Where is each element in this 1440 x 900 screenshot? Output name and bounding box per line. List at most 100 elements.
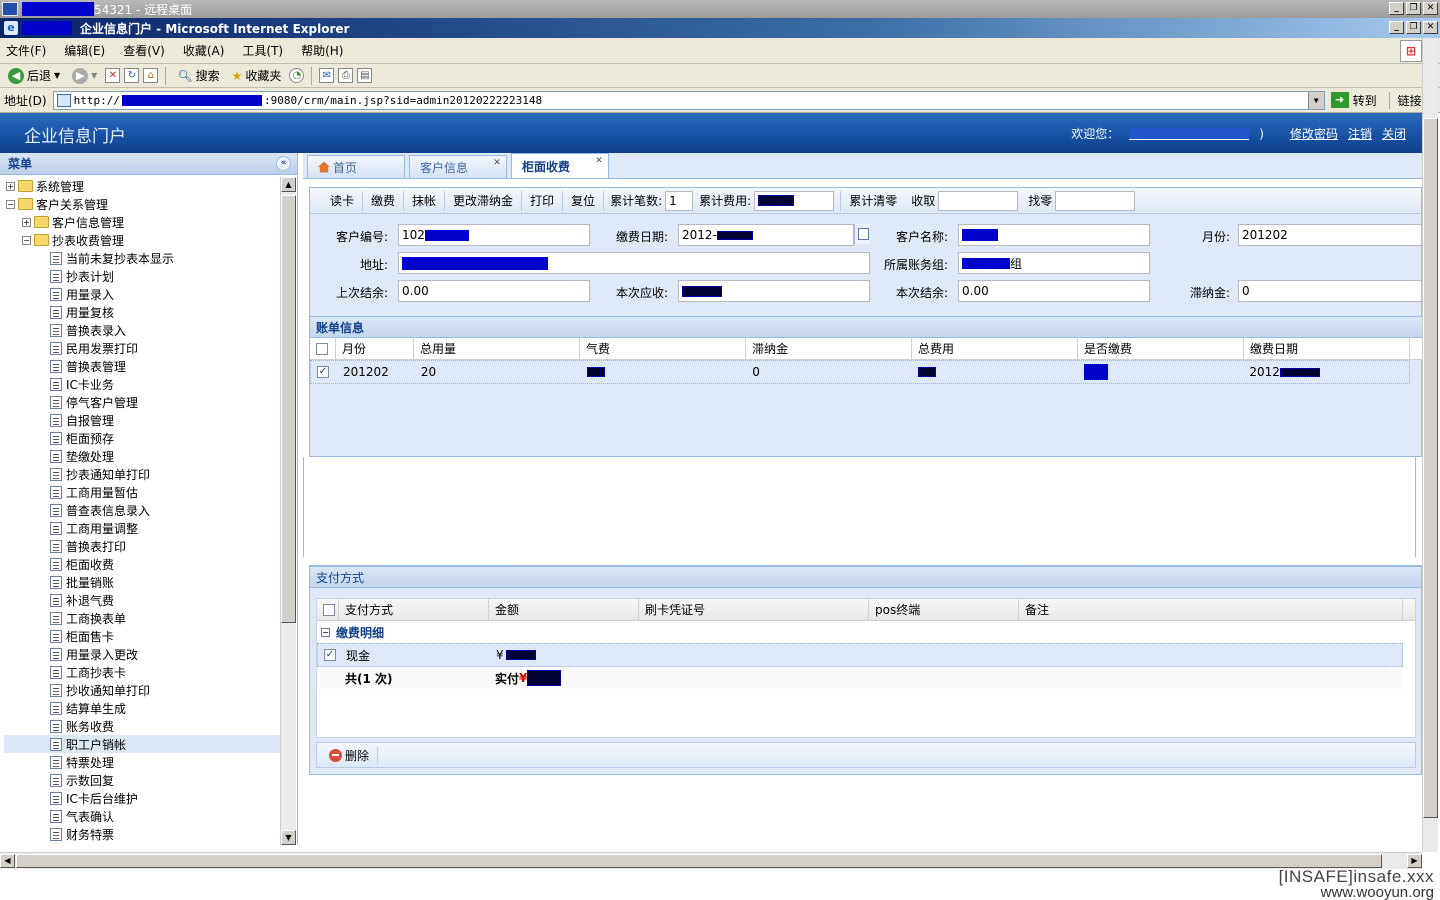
close-icon[interactable]: ✕ xyxy=(492,158,502,168)
menu-view[interactable]: 查看(V) xyxy=(123,42,165,59)
tree-item[interactable]: 补退气费 xyxy=(4,591,280,609)
total-fee-field[interactable] xyxy=(754,190,835,211)
tree-item[interactable]: 职工户销帐 xyxy=(4,735,280,753)
close-link[interactable]: 关闭 xyxy=(1382,125,1406,142)
clear-total-button[interactable]: 累计清零 xyxy=(840,190,905,211)
tab-counter-charge[interactable]: 柜面收费 ✕ xyxy=(511,153,609,178)
change-input[interactable] xyxy=(1055,190,1136,211)
chevron-down-icon[interactable]: ▼ xyxy=(91,71,97,80)
horizontal-scrollbar[interactable]: ◀ ▶ xyxy=(0,852,1422,869)
customer-no-field[interactable]: 102 xyxy=(398,224,590,246)
collapse-icon[interactable]: − xyxy=(6,199,15,209)
tree-item[interactable]: 抄表通知单打印 xyxy=(4,465,280,483)
change-late-fee-button[interactable]: 更改滞纳金 xyxy=(445,190,523,211)
col-header[interactable]: pos终端 xyxy=(869,598,1019,621)
tree-item[interactable]: 工商用量暂估 xyxy=(4,483,280,501)
logout-link[interactable]: 注销 xyxy=(1348,125,1372,142)
scroll-down-icon[interactable]: ▼ xyxy=(281,830,296,845)
menu-help[interactable]: 帮助(H) xyxy=(301,42,343,59)
tree-item[interactable]: 柜面预存 xyxy=(4,429,280,447)
col-header[interactable]: 刷卡凭证号 xyxy=(639,598,869,621)
tab-customer-info[interactable]: 客户信息 ✕ xyxy=(409,155,507,178)
tree-folder[interactable]: + 客户信息管理 xyxy=(4,213,280,231)
menu-scrollbar[interactable]: ▲ ▼ xyxy=(280,177,296,845)
late-fee-field[interactable]: 0 xyxy=(1238,280,1422,302)
tree-item[interactable]: 柜面收费 xyxy=(4,555,280,573)
tree-item[interactable]: 抄表计划 xyxy=(4,267,280,285)
month-field[interactable]: 201202 xyxy=(1238,224,1422,246)
expand-icon[interactable]: + xyxy=(6,181,15,191)
col-header[interactable]: 月份 xyxy=(336,337,414,360)
restore-icon[interactable]: ❐ xyxy=(1406,21,1421,34)
chevron-down-icon[interactable]: ▼ xyxy=(1307,91,1324,109)
back-button[interactable]: ◀ 后退 ▼ xyxy=(4,66,64,86)
tree-item[interactable]: 垫缴处理 xyxy=(4,447,280,465)
collapse-left-icon[interactable]: « xyxy=(276,156,291,171)
scroll-thumb[interactable] xyxy=(281,195,296,623)
tree-item[interactable]: 账务收费 xyxy=(4,717,280,735)
close-icon[interactable]: ✕ xyxy=(1423,21,1438,34)
menu-edit[interactable]: 编辑(E) xyxy=(64,42,105,59)
calendar-icon[interactable] xyxy=(854,224,870,244)
table-row[interactable]: ✓ 现金 ¥ xyxy=(317,643,1403,667)
scroll-right-icon[interactable]: ▶ xyxy=(1407,854,1422,868)
search-button[interactable]: 🔍︎ 搜索 xyxy=(173,66,223,86)
current-balance-field[interactable]: 0.00 xyxy=(958,280,1150,302)
address-field[interactable] xyxy=(398,252,870,274)
select-all-checkbox[interactable] xyxy=(323,603,335,616)
tree-item[interactable]: 当前未复抄表本显示 xyxy=(4,249,280,267)
tree-item[interactable]: 工商用量调整 xyxy=(4,519,280,537)
tree-item[interactable]: 自报管理 xyxy=(4,411,280,429)
page-scrollbar[interactable] xyxy=(1422,38,1438,852)
tree-item[interactable]: 结算单生成 xyxy=(4,699,280,717)
tree-item[interactable]: 停气客户管理 xyxy=(4,393,280,411)
scroll-up-icon[interactable]: ▲ xyxy=(281,177,296,192)
col-header[interactable]: 备注 xyxy=(1019,598,1403,621)
select-all-checkbox[interactable] xyxy=(316,342,328,355)
menu-favorites[interactable]: 收藏(A) xyxy=(183,42,225,59)
reset-button[interactable]: 复位 xyxy=(563,190,605,211)
minimize-icon[interactable]: _ xyxy=(1389,2,1404,15)
col-header[interactable]: 总用量 xyxy=(414,337,580,360)
tree-item[interactable]: 抄收通知单打印 xyxy=(4,681,280,699)
restore-icon[interactable]: ❐ xyxy=(1406,2,1421,15)
minimize-icon[interactable]: _ xyxy=(1389,21,1404,34)
mail-icon[interactable]: ✉ xyxy=(319,68,335,83)
scroll-thumb[interactable] xyxy=(16,854,1382,868)
tree-item[interactable]: 工商抄表卡 xyxy=(4,663,280,681)
tree-item[interactable]: 用量录入 xyxy=(4,285,280,303)
tree-item[interactable]: 普查表信息录入 xyxy=(4,501,280,519)
tree-item[interactable]: 普换表录入 xyxy=(4,321,280,339)
tree-item[interactable]: 民用发票打印 xyxy=(4,339,280,357)
payment-group-header[interactable]: − 缴费明细 xyxy=(317,621,1415,643)
tree-item[interactable]: 用量复核 xyxy=(4,303,280,321)
tree-item[interactable]: 气表确认 xyxy=(4,807,280,825)
count-field[interactable]: 1 xyxy=(665,190,694,211)
favorites-button[interactable]: ★ 收藏夹 xyxy=(228,66,286,86)
customer-name-field[interactable] xyxy=(958,224,1150,246)
tree-folder[interactable]: − 客户关系管理 xyxy=(4,195,280,213)
collapse-group-icon[interactable]: − xyxy=(321,627,330,637)
col-header[interactable]: 滞纳金 xyxy=(746,337,912,360)
col-header[interactable]: 气费 xyxy=(580,337,746,360)
last-balance-field[interactable]: 0.00 xyxy=(398,280,590,302)
col-header[interactable]: 支付方式 xyxy=(339,598,489,621)
account-group-field[interactable]: 组 xyxy=(958,252,1150,274)
tree-item[interactable]: 示数回复 xyxy=(4,771,280,789)
menu-file[interactable]: 文件(F) xyxy=(6,42,46,59)
pay-date-field[interactable]: 2012- xyxy=(678,224,854,246)
col-header[interactable]: 金额 xyxy=(489,598,639,621)
collapse-icon[interactable]: − xyxy=(22,235,31,245)
tree-item[interactable]: 用量录入更改 xyxy=(4,645,280,663)
tree-item[interactable]: 财务特票 xyxy=(4,825,280,843)
tree-item[interactable]: 特票处理 xyxy=(4,753,280,771)
tree-item[interactable]: IC卡业务 xyxy=(4,375,280,393)
read-card-button[interactable]: 读卡 xyxy=(322,190,364,211)
tab-home[interactable]: 首页 xyxy=(307,155,405,178)
row-checkbox[interactable]: ✓ xyxy=(317,366,329,378)
print-icon[interactable]: ⎙ xyxy=(338,68,354,83)
tree-item[interactable]: 普换表管理 xyxy=(4,357,280,375)
print-button[interactable]: 打印 xyxy=(522,190,564,211)
delete-button[interactable]: 删除 xyxy=(329,746,379,764)
scroll-thumb[interactable] xyxy=(1423,118,1438,818)
